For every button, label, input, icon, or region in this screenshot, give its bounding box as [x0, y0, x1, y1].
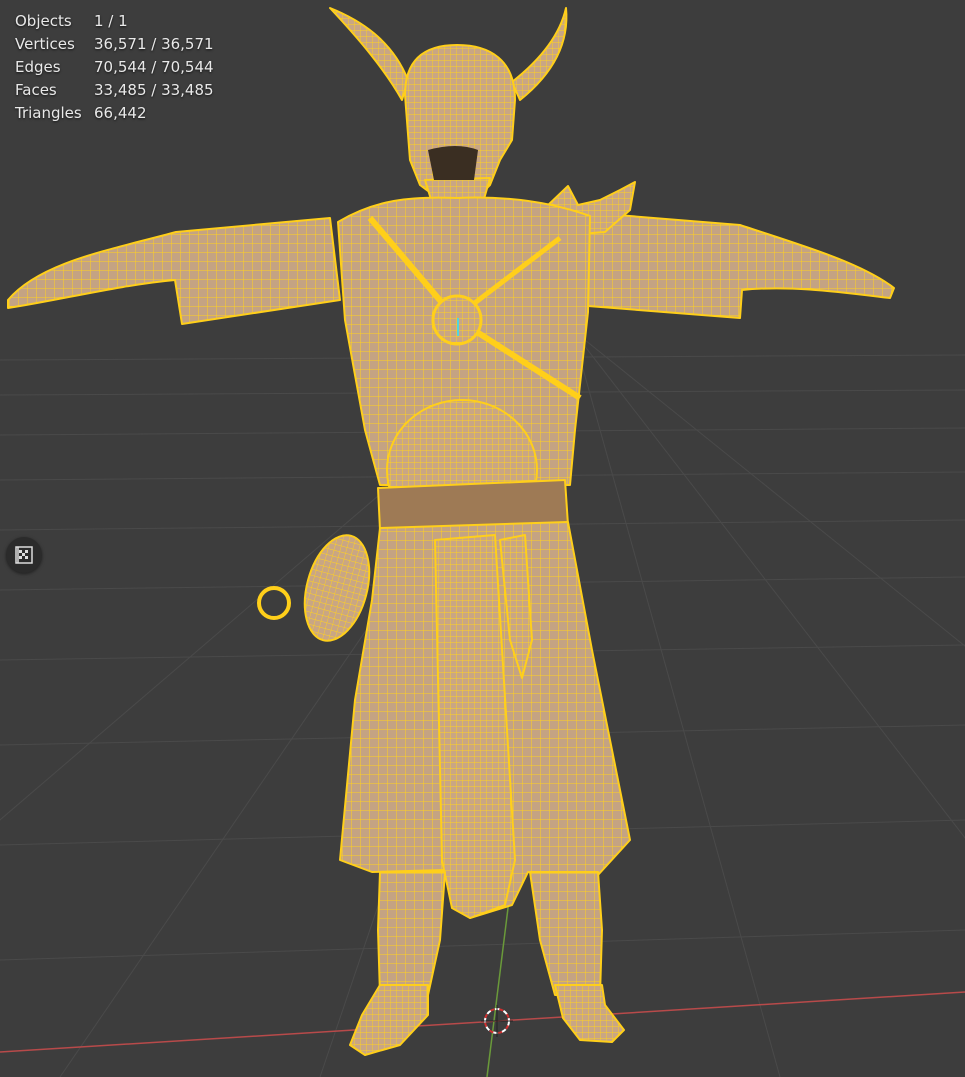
x-axis-line — [0, 991, 965, 1053]
right-arm — [579, 211, 895, 319]
camera-perspective-toggle-button[interactable] — [6, 537, 42, 573]
left-arm — [7, 217, 341, 325]
stat-label: Vertices — [15, 35, 75, 53]
face-opening — [428, 146, 478, 180]
stat-value: 36,571 / 36,571 — [94, 35, 214, 53]
stat-value: 1 / 1 — [94, 12, 128, 30]
stat-row-vertices: Vertices 36,571 / 36,571 — [15, 33, 214, 56]
3d-cursor-icon[interactable] — [481, 1005, 513, 1037]
statistics-overlay: Objects 1 / 1 Vertices 36,571 / 36,571 E… — [15, 10, 214, 125]
stat-label: Faces — [15, 81, 57, 99]
3d-viewport[interactable]: Objects 1 / 1 Vertices 36,571 / 36,571 E… — [0, 0, 965, 1077]
stat-row-faces: Faces 33,485 / 33,485 — [15, 79, 214, 102]
camera-perspective-toggle-icon — [15, 546, 33, 564]
scene-canvas[interactable] — [0, 0, 965, 1077]
right-leg — [529, 871, 603, 996]
right-horn — [511, 7, 568, 101]
character-mesh[interactable] — [7, 7, 895, 1056]
stat-value: 70,544 / 70,544 — [94, 58, 214, 76]
left-horn — [329, 7, 409, 101]
stat-label: Objects — [15, 12, 72, 30]
stat-label: Triangles — [15, 104, 82, 122]
left-leg — [377, 871, 446, 996]
pouch-ring — [257, 586, 291, 620]
left-boot — [349, 984, 429, 1056]
stat-row-edges: Edges 70,544 / 70,544 — [15, 56, 214, 79]
stat-value: 33,485 / 33,485 — [94, 81, 214, 99]
stat-label: Edges — [15, 58, 61, 76]
stat-row-triangles: Triangles 66,442 — [15, 102, 214, 125]
stat-value: 66,442 — [94, 104, 147, 122]
stat-row-objects: Objects 1 / 1 — [15, 10, 214, 33]
